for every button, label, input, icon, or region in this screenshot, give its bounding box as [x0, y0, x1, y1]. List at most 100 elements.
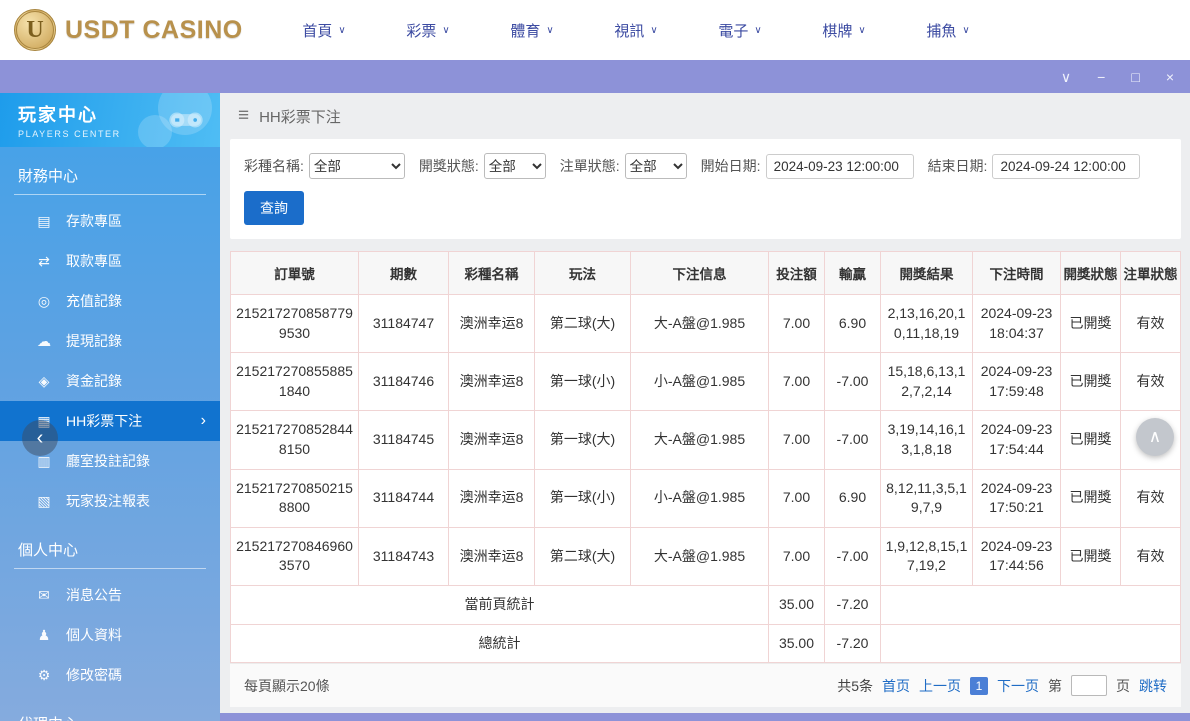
logo: U USDT CASINO	[14, 9, 246, 51]
lottery-name-select[interactable]: 全部	[309, 153, 405, 179]
window-collapse-icon[interactable]: ∨	[1061, 70, 1071, 84]
cell-order-status: 有效	[1121, 527, 1181, 585]
nav-item-home[interactable]: 首頁 ∨	[272, 20, 376, 41]
chevron-down-icon: ∨	[338, 25, 345, 36]
nav-item-sports[interactable]: 體育∨	[480, 20, 584, 41]
cell-winloss: -7.00	[825, 527, 881, 585]
main-content: ≡ HH彩票下注 彩種名稱: 全部 開獎狀態: 全部 注單狀態: 全部 開始日期…	[220, 93, 1190, 721]
cell-play: 第二球(大)	[535, 295, 631, 353]
cell-lottery: 澳洲幸运8	[449, 295, 535, 353]
column-header-order-status: 注單狀態	[1121, 252, 1181, 295]
table-row: 2152172708587799530 31184747 澳洲幸运8 第二球(大…	[231, 295, 1181, 353]
column-header-order: 訂單號	[231, 252, 359, 295]
summary-row-total: 總統計 35.00 -7.20	[231, 624, 1181, 663]
filter-row: 彩種名稱: 全部 開獎狀態: 全部 注單狀態: 全部 開始日期: 結束日期:	[244, 153, 1167, 179]
nav-item-fishing[interactable]: 捕魚∨	[896, 20, 1000, 41]
cell-time: 2024-09-23 17:59:48	[973, 353, 1061, 411]
summary-empty	[881, 585, 1181, 624]
column-header-info: 下注信息	[631, 252, 769, 295]
sidebar-item-recharge-record[interactable]: ◎ 充值記錄	[0, 281, 220, 321]
sidebar-item-withdraw[interactable]: ⇄ 取款專區	[0, 241, 220, 281]
cell-order: 2152172708587799530	[231, 295, 359, 353]
logo-text: USDT CASINO	[65, 16, 243, 45]
gear-icon: ⚙	[36, 667, 52, 684]
profile-icon: ♟	[36, 627, 52, 644]
cell-order: 2152172708469603570	[231, 527, 359, 585]
sidebar-item-label: 玩家投注報表	[66, 491, 150, 511]
column-header-result: 開獎結果	[881, 252, 973, 295]
page-title: HH彩票下注	[259, 106, 341, 127]
window-close-icon[interactable]: ×	[1166, 70, 1174, 84]
draw-status-select[interactable]: 全部	[484, 153, 546, 179]
sidebar-item-announcements[interactable]: ✉ 消息公告	[0, 575, 220, 615]
sidebar-item-label: HH彩票下注	[66, 411, 142, 431]
jump-button[interactable]: 跳转	[1139, 676, 1167, 696]
jump-page-input[interactable]	[1071, 675, 1107, 696]
nav-label: 棋牌	[822, 20, 852, 41]
report-icon: ▧	[36, 493, 52, 510]
window-maximize-icon[interactable]: □	[1131, 70, 1139, 84]
summary-amount: 35.00	[769, 585, 825, 624]
cell-lottery: 澳洲幸运8	[449, 353, 535, 411]
nav-label: 捕魚	[926, 20, 956, 41]
cell-time: 2024-09-23 17:50:21	[973, 469, 1061, 527]
nav-item-lottery[interactable]: 彩票∨	[376, 20, 480, 41]
column-header-draw-status: 開獎狀態	[1061, 252, 1121, 295]
withdrawal-record-icon: ☁	[36, 333, 52, 350]
jump-prefix-text: 第	[1048, 676, 1062, 696]
cell-amount: 7.00	[769, 411, 825, 469]
search-button[interactable]: 查詢	[244, 191, 304, 225]
chevron-left-icon: ‹	[37, 427, 44, 450]
finance-menu: ▤ 存款專區 ⇄ 取款專區 ◎ 充值記錄 ☁ 提現記錄 ◈ 資金記錄 ▦ HH彩…	[0, 201, 220, 521]
cell-result: 3,19,14,16,13,1,8,18	[881, 411, 973, 469]
personal-menu: ✉ 消息公告 ♟ 個人資料 ⚙ 修改密碼	[0, 575, 220, 695]
cell-draw-status: 已開獎	[1061, 411, 1121, 469]
section-personal-center: 個人中心	[14, 533, 206, 569]
back-to-top-button[interactable]: ∧	[1136, 418, 1174, 456]
table-row: 2152172708502158800 31184744 澳洲幸运8 第一球(小…	[231, 469, 1181, 527]
cell-draw-status: 已開獎	[1061, 295, 1121, 353]
first-page-link[interactable]: 首页	[882, 676, 910, 696]
cell-result: 15,18,6,13,12,7,2,14	[881, 353, 973, 411]
cell-lottery: 澳洲幸运8	[449, 411, 535, 469]
draw-status-label: 開獎狀態:	[419, 156, 479, 176]
next-page-link[interactable]: 下一页	[997, 676, 1039, 696]
nav-label: 首頁	[302, 20, 332, 41]
column-header-lottery: 彩種名稱	[449, 252, 535, 295]
deposit-icon: ▤	[36, 213, 52, 230]
cell-period: 31184743	[359, 527, 449, 585]
nav-item-video[interactable]: 視訊∨	[584, 20, 688, 41]
sidebar-collapse-button[interactable]: ‹	[22, 420, 58, 456]
cell-order-status: 有效	[1121, 295, 1181, 353]
prev-page-link[interactable]: 上一页	[919, 676, 961, 696]
order-status-select[interactable]: 全部	[625, 153, 687, 179]
app-body: 玩家中心 PLAYERS CENTER 財務中心 ▤ 存款專區 ⇄ 取款專區 ◎…	[0, 93, 1190, 721]
current-page-badge[interactable]: 1	[970, 677, 988, 695]
hamburger-icon[interactable]: ≡	[238, 105, 249, 127]
cell-order-status: 有效	[1121, 469, 1181, 527]
nav-item-slots[interactable]: 電子∨	[688, 20, 792, 41]
end-date-input[interactable]	[992, 154, 1140, 179]
sidebar-item-profile[interactable]: ♟ 個人資料	[0, 615, 220, 655]
sidebar-item-player-bet-report[interactable]: ▧ 玩家投注報表	[0, 481, 220, 521]
sidebar-item-funds-record[interactable]: ◈ 資金記錄	[0, 361, 220, 401]
jump-suffix-text: 页	[1116, 676, 1130, 696]
nav-item-boardgames[interactable]: 棋牌∨	[792, 20, 896, 41]
cell-info: 大-A盤@1.985	[631, 411, 769, 469]
sidebar-item-label: 廳室投註記錄	[66, 451, 150, 471]
sidebar-item-label: 充值記錄	[66, 291, 122, 311]
cell-play: 第二球(大)	[535, 527, 631, 585]
chevron-down-icon: ∨	[442, 25, 449, 36]
cell-winloss: -7.00	[825, 411, 881, 469]
summary-amount: 35.00	[769, 624, 825, 663]
sidebar-item-change-password[interactable]: ⚙ 修改密碼	[0, 655, 220, 695]
sidebar-item-deposit[interactable]: ▤ 存款專區	[0, 201, 220, 241]
cell-info: 大-A盤@1.985	[631, 295, 769, 353]
sidebar-item-withdrawal-record[interactable]: ☁ 提現記錄	[0, 321, 220, 361]
chevron-down-icon: ∨	[754, 25, 761, 36]
announcement-icon: ✉	[36, 587, 52, 604]
cell-time: 2024-09-23 17:44:56	[973, 527, 1061, 585]
window-minimize-icon[interactable]: −	[1097, 70, 1105, 84]
start-date-input[interactable]	[766, 154, 914, 179]
cell-amount: 7.00	[769, 527, 825, 585]
